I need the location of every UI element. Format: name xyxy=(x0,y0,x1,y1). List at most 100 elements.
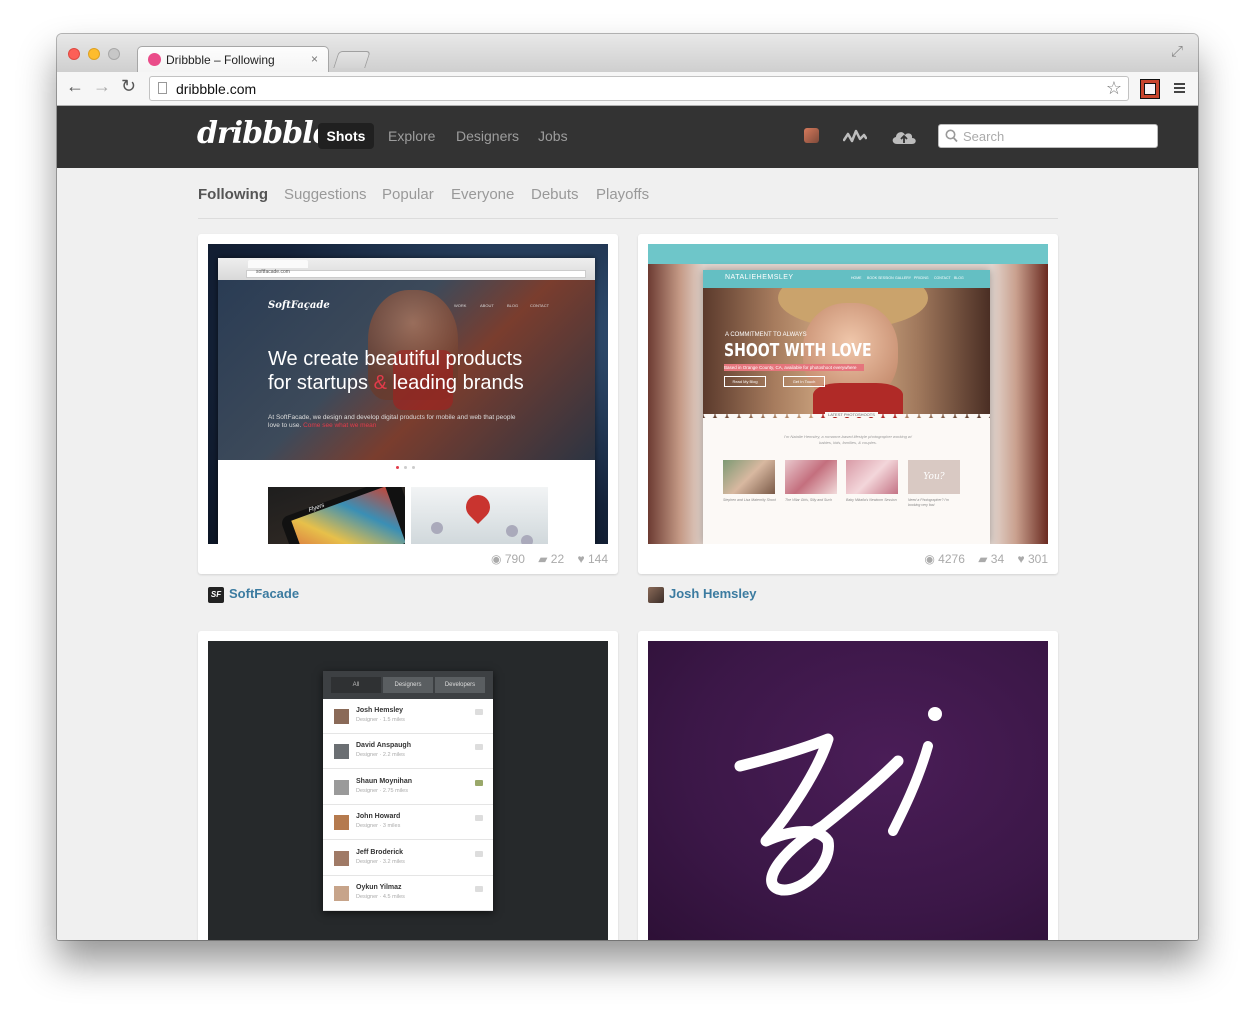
tab-close-icon[interactable]: × xyxy=(311,52,318,66)
minimize-window-button[interactable] xyxy=(88,48,100,60)
nav-explore[interactable]: Explore xyxy=(388,128,435,144)
person-row: John Howard Designer · 3 miles xyxy=(323,805,493,841)
mini-url: softfacade.com xyxy=(256,269,290,275)
mini-nav-blog: BLOG xyxy=(507,303,519,308)
headline-line-2: for startups & leading brands xyxy=(268,372,524,394)
person-avatar xyxy=(334,850,349,866)
thumb-caption: The Villar Girls, Silly and Such xyxy=(785,498,833,502)
reload-icon[interactable]: ↻ xyxy=(121,76,136,96)
person-meta: Designer · 2.75 miles xyxy=(356,787,408,794)
user-avatar[interactable] xyxy=(804,128,819,143)
tab-playoffs[interactable]: Playoffs xyxy=(596,186,649,203)
thumb-caption: Stephen and Lisa Maternity Shoot xyxy=(723,498,776,502)
person-avatar xyxy=(334,815,349,831)
url-text[interactable]: dribbble.com xyxy=(176,81,256,97)
browser-tab[interactable]: Dribbble – Following × xyxy=(137,46,329,72)
person-meta: Designer · 2.2 miles xyxy=(356,752,405,759)
nav-shots[interactable]: Shots xyxy=(318,123,374,149)
shot-card xyxy=(638,631,1058,940)
map-pins-image xyxy=(411,487,548,544)
tab-following[interactable]: Following xyxy=(198,186,268,203)
person-meta: Designer · 4.5 miles xyxy=(356,894,405,900)
owner-name[interactable]: SoftFacade xyxy=(229,586,299,601)
message-icon xyxy=(475,744,483,751)
softfacade-brand: SoftFaçade xyxy=(268,300,330,311)
close-window-button[interactable] xyxy=(68,48,80,60)
shot-image-nearby-designers[interactable]: All Designers Developers Josh Hemsley Des… xyxy=(208,641,608,940)
filter-developers: Developers xyxy=(435,677,485,693)
tab-popular[interactable]: Popular xyxy=(382,186,434,203)
shot-filter-tabs: Following Suggestions Popular Everyone D… xyxy=(198,186,1058,219)
activity-icon[interactable] xyxy=(843,127,867,145)
menu-icon[interactable] xyxy=(1174,83,1185,94)
natalie-kicker: A COMMITMENT TO ALWAYS xyxy=(725,332,807,338)
person-meta: Designer · 1.5 miles xyxy=(356,717,405,723)
views-icon: ◉ xyxy=(491,552,502,566)
people-list: Josh Hemsley Designer · 1.5 miles David An… xyxy=(323,699,493,911)
owner-name[interactable]: Josh Hemsley xyxy=(669,586,756,601)
latest-photoshoots-label: LATEST PHOTOSHOOTS xyxy=(825,412,878,417)
message-icon xyxy=(475,850,483,857)
person-avatar xyxy=(334,779,349,795)
thumb-caption: Need a Photographer? I'm booking very fa… xyxy=(908,498,949,507)
natalie-subline: Based in Orange County, CA, available fo… xyxy=(724,364,864,371)
message-icon xyxy=(475,779,483,786)
comments-icon[interactable]: ▰ xyxy=(538,552,547,566)
person-avatar xyxy=(334,886,349,901)
search-box[interactable] xyxy=(938,124,1158,148)
views-count: 4276 xyxy=(938,552,965,566)
shot-image-nataliehemsley[interactable]: NATALIEHEMSLEY HOME BOOK SESSION GALLERY… xyxy=(648,244,1048,544)
person-meta: Designer · 3.2 miles xyxy=(356,858,405,865)
owner-avatar[interactable]: SF xyxy=(208,587,224,603)
search-input[interactable] xyxy=(963,126,1153,146)
forward-icon[interactable]: → xyxy=(93,76,111,96)
owner-avatar[interactable] xyxy=(648,587,664,603)
browser-toolbar: ← → ↻ dribbble.com ☆ xyxy=(57,72,1198,106)
views-count: 790 xyxy=(504,552,525,566)
mini-nav-book: BOOK SESSION xyxy=(867,276,894,280)
person-name: John Howard xyxy=(356,813,401,821)
mini-nav-gallery: GALLERY xyxy=(895,276,912,280)
person-row: Oykun Yilmaz Designer · 4.5 miles xyxy=(323,876,493,911)
mini-nav-about: ABOUT xyxy=(480,303,494,308)
tab-debuts[interactable]: Debuts xyxy=(531,186,579,203)
person-name: Shaun Moynihan xyxy=(356,777,412,785)
shot-image-zi-lettering[interactable] xyxy=(648,641,1048,940)
softfacade-headline: We create beautiful products for startup… xyxy=(268,347,524,395)
fullscreen-icon[interactable]: ⤢ xyxy=(1171,43,1183,60)
mini-nav-contact: CONTACT xyxy=(934,276,951,280)
person-row: Josh Hemsley Designer · 1.5 miles xyxy=(323,699,493,734)
comments-count: 22 xyxy=(550,552,565,566)
mini-nav-home: HOME xyxy=(851,276,862,280)
person-avatar xyxy=(334,744,349,760)
browser-window: Dribbble – Following × ⤢ ← → ↻ dribbble.… xyxy=(57,34,1198,940)
tab-everyone[interactable]: Everyone xyxy=(451,186,514,203)
zoom-window-button[interactable] xyxy=(108,48,120,60)
shot-card: NATALIEHEMSLEY HOME BOOK SESSION GALLERY… xyxy=(638,234,1058,574)
nav-jobs[interactable]: Jobs xyxy=(538,128,568,144)
person-row: Jeff Broderick Designer · 3.2 miles xyxy=(323,841,493,876)
comments-icon[interactable]: ▰ xyxy=(978,552,987,566)
shot-image-softfacade[interactable]: softfacade.com SoftFaçade WORK ABOUT BLO… xyxy=(208,244,608,544)
headline-line-1: We create beautiful products xyxy=(268,348,523,370)
tab-suggestions[interactable]: Suggestions xyxy=(284,186,367,203)
likes-icon[interactable]: ♥ xyxy=(1018,552,1025,566)
bookmark-star-icon[interactable]: ☆ xyxy=(1106,78,1122,99)
iphone-mockup: Flyers xyxy=(268,487,405,544)
thumb-caption: Baby Mikaila's Newborn Session xyxy=(846,498,897,502)
dribbble-logo[interactable]: dribbble xyxy=(197,116,332,151)
new-tab-button[interactable] xyxy=(333,51,371,68)
address-bar[interactable]: dribbble.com ☆ xyxy=(149,76,1129,101)
person-name: Oykun Yilmaz xyxy=(356,884,402,891)
extension-icon[interactable] xyxy=(1140,79,1160,99)
mini-nav-pricing: PRICING xyxy=(914,276,929,280)
back-icon[interactable]: ← xyxy=(66,76,84,96)
child-photo: A COMMITMENT TO ALWAYS SHOOT WITH LOVE B… xyxy=(703,288,990,418)
likes-icon[interactable]: ♥ xyxy=(578,552,585,566)
nav-designers[interactable]: Designers xyxy=(456,128,519,144)
person-meta: Designer · 3 miles xyxy=(356,823,401,830)
person-name: Jeff Broderick xyxy=(356,848,404,856)
upload-icon[interactable] xyxy=(890,127,918,145)
get-in-touch-button: Get In Touch xyxy=(783,376,825,387)
you-thumb: You? xyxy=(908,460,960,494)
